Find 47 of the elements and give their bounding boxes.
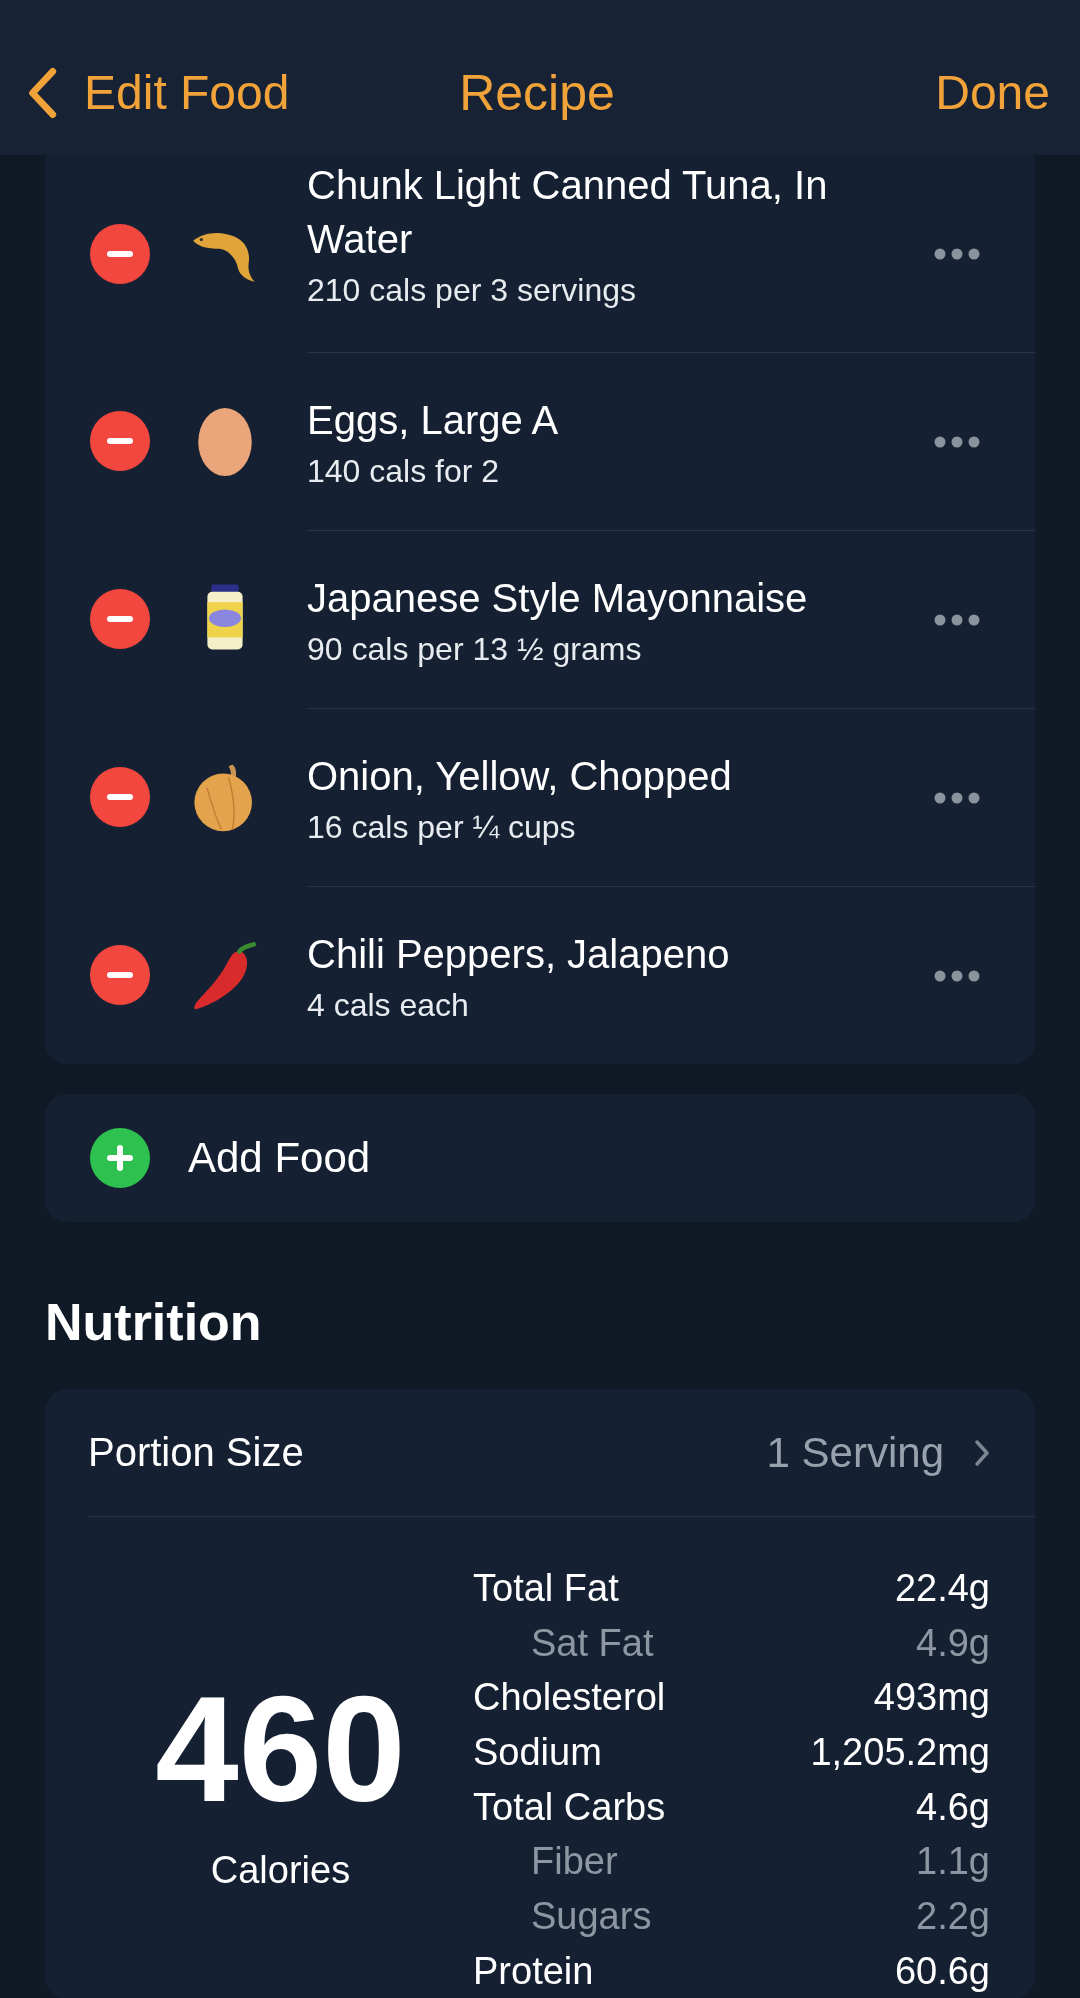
done-button[interactable]: Done: [935, 65, 1050, 120]
nutrient-value: 1,205.2mg: [810, 1730, 990, 1774]
food-calories: 4 cals each: [307, 987, 470, 1024]
nutrient-label: Fiber: [530, 1840, 618, 1884]
remove-icon[interactable]: [90, 589, 150, 649]
nutrient-label: Total Fat: [473, 1566, 619, 1610]
food-name: Eggs, Large A: [307, 397, 560, 444]
more-icon[interactable]: [934, 247, 980, 260]
more-icon[interactable]: [934, 613, 980, 626]
food-name: Chunk Light Canned Tuna, In Water: [307, 162, 829, 263]
remove-icon[interactable]: [90, 945, 150, 1005]
food-calories: 16 cals per ¼ cups: [307, 809, 577, 846]
nutrient-label: Sodium: [473, 1730, 602, 1774]
remove-icon[interactable]: [90, 411, 150, 471]
nutrient-value: 4.6g: [916, 1785, 990, 1829]
nutrient-label: Sat Fat: [530, 1621, 654, 1665]
nutrient-value: 1.1g: [916, 1840, 990, 1884]
chevron-icon: [974, 1438, 990, 1467]
nutrient-label: Cholesterol: [473, 1676, 666, 1720]
remove-icon[interactable]: [90, 223, 150, 284]
nutrient-value: 2.2g: [916, 1894, 990, 1938]
screen-title: Recipe: [459, 63, 615, 122]
add-icon: [90, 1128, 150, 1188]
food-calories: 90 cals per 13 ½ grams: [307, 631, 643, 668]
section-heading: Nutrition: [45, 1292, 263, 1352]
portion-value[interactable]: 1 Serving: [766, 1428, 944, 1477]
remove-icon[interactable]: [90, 767, 150, 827]
food-name: Japanese Style Mayonnaise: [307, 575, 809, 622]
calorie-count: 460: [155, 1669, 406, 1829]
calorie-label: Calories: [210, 1849, 351, 1892]
nutrient-label: Protein: [473, 1949, 594, 1993]
back-button[interactable]: Edit Food: [24, 65, 290, 120]
more-icon[interactable]: [934, 791, 980, 804]
more-icon[interactable]: [934, 435, 980, 448]
nutrient-label: Sugars: [530, 1894, 652, 1938]
more-icon[interactable]: [934, 969, 980, 982]
nutrient-value: 22.4g: [894, 1566, 990, 1610]
nutrient-value: 60.6g: [894, 1949, 990, 1993]
portion-label: Portion Size: [88, 1430, 304, 1475]
food-calories: 140 cals for 2: [307, 453, 501, 490]
food-name: Chili Peppers, Jalapeno: [307, 931, 731, 978]
food-calories: 210 cals per 3 servings: [307, 272, 638, 309]
nutrient-label: Total Carbs: [473, 1785, 666, 1829]
nutrient-value: 493mg: [873, 1676, 990, 1720]
nutrient-value: 4.9g: [916, 1621, 990, 1665]
food-name: Onion, Yellow, Chopped: [307, 753, 733, 800]
add-food-button[interactable]: Add Food: [45, 1094, 1035, 1222]
